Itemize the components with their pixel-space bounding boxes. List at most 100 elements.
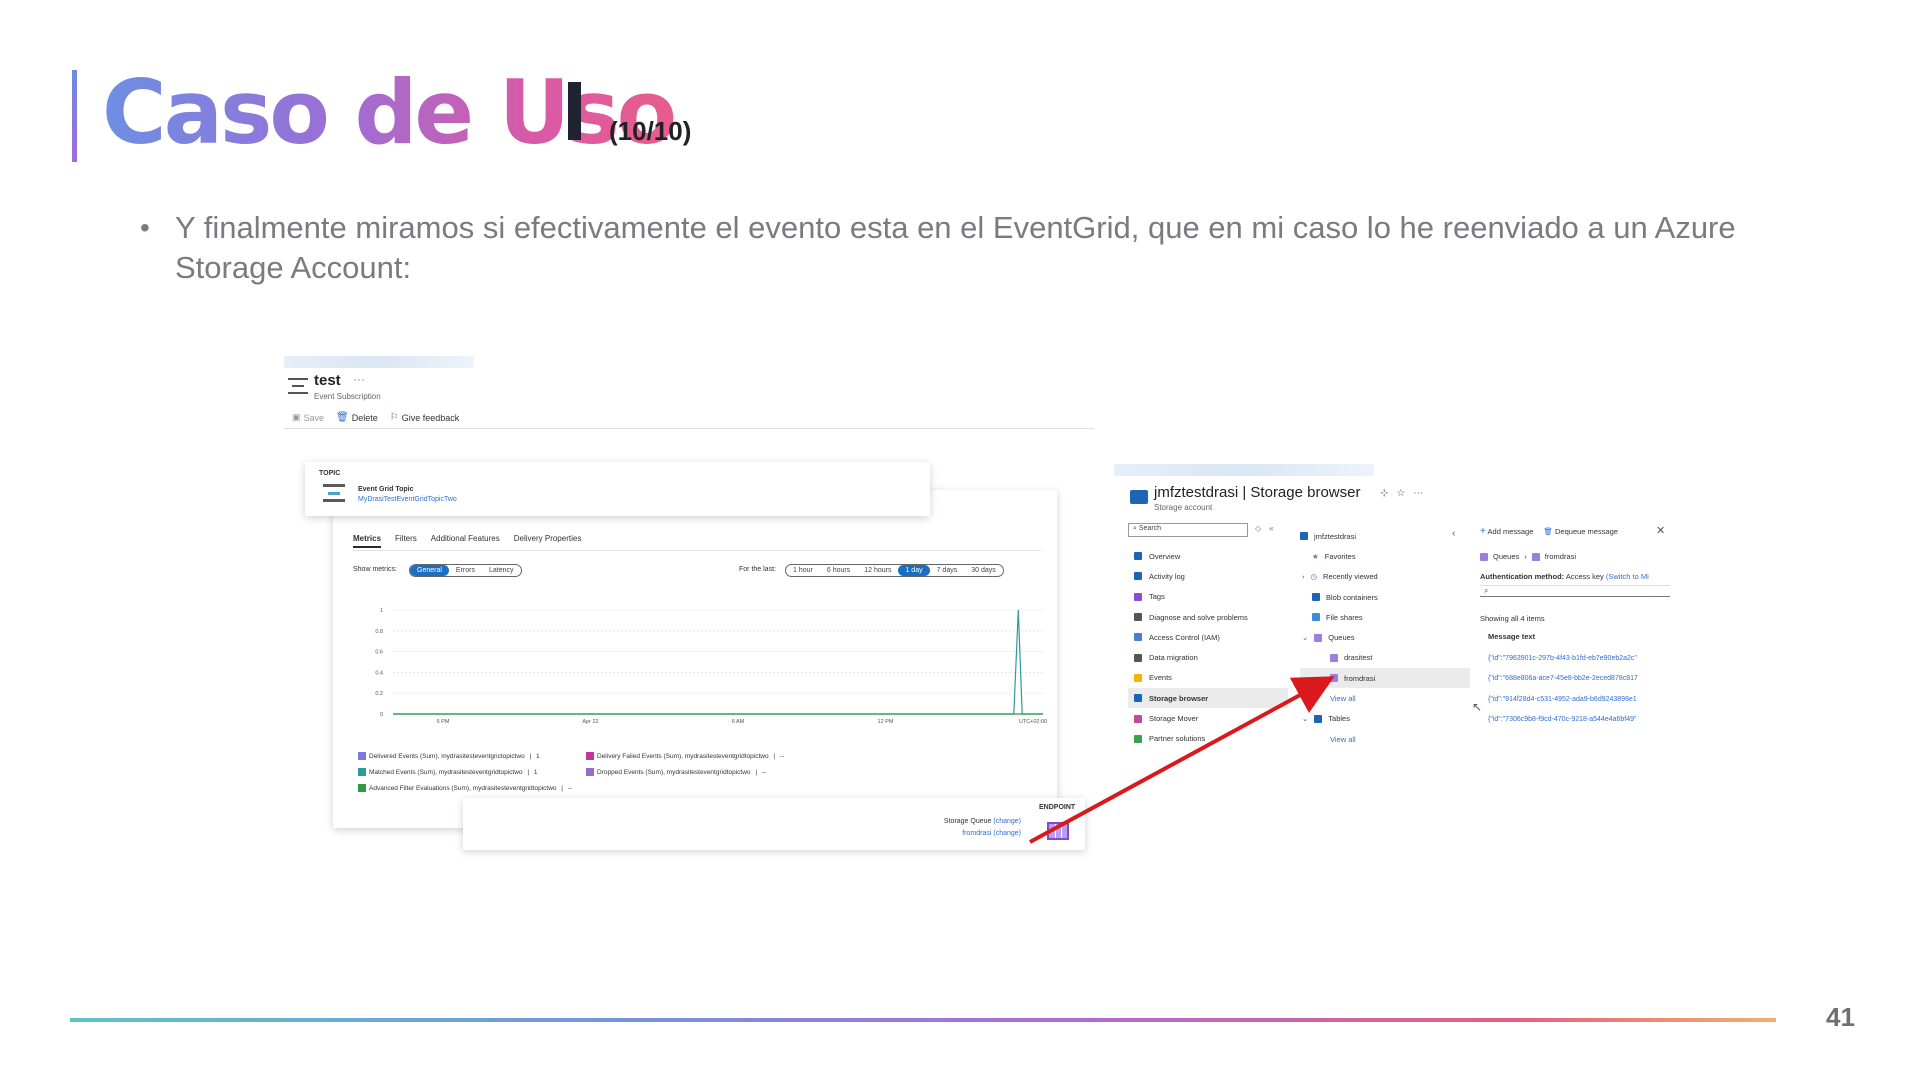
collapse-settings-icon[interactable]: ◇ [1255,524,1269,533]
time-range-toggle: 1 hour 6 hours 12 hours 1 day 7 days 30 … [785,564,1004,577]
queue-icon [1330,653,1338,662]
authentication-method: Authentication method: Access key (Switc… [1480,572,1649,581]
change-endpoint-type-link[interactable]: (change) [993,818,1021,825]
y-tick-label: 0.6 [375,650,383,656]
switch-auth-link[interactable]: (Switch to Mi [1606,572,1649,581]
plus-icon: + [1480,526,1486,537]
menu-item-overview[interactable]: Overview [1128,546,1288,566]
y-tick-label: 0.4 [375,670,383,676]
queue-toolbar: + Add message 🗑 Dequeue message [1480,526,1670,537]
series-line [393,609,1043,715]
x-tick-label: 6 AM [732,719,745,725]
menu-item-access-control[interactable]: Access Control (IAM) [1128,627,1288,647]
metric-option-latency[interactable]: Latency [482,565,521,576]
add-message-button[interactable]: + Add message [1480,526,1533,537]
mouse-cursor-icon: ↖ [1472,700,1483,714]
time-option-30-days[interactable]: 30 days [964,565,1003,576]
legend-swatch [358,784,366,792]
message-row[interactable]: {"id":"914f28d4-c531-4952-ada9-b6d924389… [1488,689,1670,710]
time-option-6-hours[interactable]: 6 hours [820,565,857,576]
breadcrumb-fromdrasi[interactable]: fromdrasi [1545,552,1576,561]
change-endpoint-link[interactable]: (change) [993,830,1021,837]
view-all-tables-link[interactable]: View all [1300,729,1470,749]
metric-option-general[interactable]: General [410,565,449,576]
menu-item-activity-log[interactable]: Activity log [1128,566,1288,586]
tab-filters[interactable]: Filters [395,534,417,548]
subscription-tabs: Metrics Filters Additional Features Deli… [353,534,581,548]
tree-item-blob-containers[interactable]: Blob containers [1300,587,1470,607]
menu-item-partner-solutions[interactable]: Partner solutions [1128,729,1288,749]
event-grid-topic-icon [323,484,345,502]
queue-icon [1531,552,1540,561]
view-all-queues-link[interactable]: View all [1300,688,1470,708]
time-option-7-days[interactable]: 7 days [930,565,965,576]
more-options-button[interactable]: ··· [353,372,365,386]
tree-item-file-shares[interactable]: File shares [1300,607,1470,627]
pin-icon[interactable]: ⊹ [1380,488,1396,499]
menu-item-diagnose[interactable]: Diagnose and solve problems [1128,607,1288,627]
metric-type-toggle: General Errors Latency [409,564,522,577]
tab-delivery-properties[interactable]: Delivery Properties [514,534,582,548]
tab-metrics[interactable]: Metrics [353,534,382,548]
tree-item-favorites[interactable]: ★ Favorites [1300,546,1470,566]
star-icon[interactable]: ☆ [1396,488,1413,499]
title-separator-bar [568,82,581,140]
menu-item-storage-browser[interactable]: Storage browser [1128,688,1288,709]
trash-icon: 🗑 [1543,527,1553,536]
topic-type: Event Grid Topic [358,486,414,493]
resource-menu: Overview Activity log Tags Diagnose and … [1128,546,1288,749]
save-icon: ▣ [292,412,301,422]
menu-item-tags[interactable]: Tags [1128,587,1288,607]
delete-button[interactable]: 🗑 Delete [336,412,378,423]
message-row[interactable]: {"id":"7306c9b8-f9cd-470c-9218-a544e4a6b… [1488,710,1670,731]
x-tick-label: UTC+02:00 [1019,719,1047,725]
dequeue-message-button[interactable]: 🗑 Dequeue message [1543,527,1618,536]
feedback-button[interactable]: ⚐ Give feedback [390,412,460,423]
time-option-1-hour[interactable]: 1 hour [786,565,820,576]
time-option-1-day[interactable]: 1 day [898,565,930,576]
menu-item-data-migration[interactable]: Data migration [1128,647,1288,667]
tree-item-queue-fromdrasi[interactable]: fromdrasi [1300,668,1470,689]
tab-additional-features[interactable]: Additional Features [431,534,500,548]
y-tick-label: 1 [380,608,383,614]
menu-item-storage-mover[interactable]: Storage Mover [1128,708,1288,728]
tree-item-tables[interactable]: ⌄ Tables [1300,709,1470,729]
overview-icon [1134,552,1142,561]
message-row[interactable]: {"id":"688e806a-ace7-45e8-bb2e-2eced878c… [1488,669,1670,690]
collapse-tree-icon[interactable]: ‹ [1452,528,1455,539]
topic-link[interactable]: MyDrasiTestEventGridTopicTwo [358,496,457,503]
queue-messages-panel: + Add message 🗑 Dequeue message ✕ Queues… [1480,524,1670,723]
metric-option-errors[interactable]: Errors [449,565,482,576]
tree-item-queue-drasitest[interactable]: drasitest [1300,648,1470,668]
subscription-toolbar: ▣ Save 🗑 Delete ⚐ Give feedback [292,412,459,423]
y-tick-label: 0 [380,712,383,718]
endpoint-name-link[interactable]: fromdrasi [962,830,991,837]
legend-swatch [586,768,594,776]
breadcrumb-queues[interactable]: Queues [1493,552,1519,561]
time-option-12-hours[interactable]: 12 hours [857,565,898,576]
endpoint-type: Storage Queue [943,818,992,825]
legend-swatch [358,768,366,776]
tree-item-recently-viewed[interactable]: › ◷ Recently viewed [1300,567,1470,587]
message-filter-input[interactable]: ⌕ [1480,585,1670,597]
clock-icon: ◷ [1310,572,1318,582]
title-accent-bar [72,70,77,162]
page-number: 41 [1826,1002,1855,1032]
endpoint-card: ENDPOINT Storage Queue (change) fromdras… [463,798,1085,850]
tree-item-queues[interactable]: ⌄ Queues [1300,627,1470,647]
trash-icon: 🗑 [336,412,349,423]
collapse-menu-icon[interactable]: « [1269,524,1281,533]
close-icon[interactable]: ✕ [1656,524,1665,537]
lightning-icon [1134,673,1142,682]
table-icon [1314,714,1323,723]
queue-icon [1480,552,1488,561]
resource-search-input[interactable]: ⌕ Search [1128,523,1248,537]
save-button[interactable]: ▣ Save [292,412,324,423]
column-header-message-text[interactable]: Message text [1488,632,1535,641]
more-icon[interactable]: ⋯ [1413,488,1431,499]
menu-item-events[interactable]: Events [1128,668,1288,688]
message-row[interactable]: {"id":"7963901c-297b-4f43-b1fd-eb7e90eb2… [1488,648,1670,669]
tree-item-account[interactable]: jmfztestdrasi [1300,526,1470,546]
feedback-icon: ⚐ [389,412,399,423]
breadcrumb: Queues › fromdrasi [1480,552,1576,561]
